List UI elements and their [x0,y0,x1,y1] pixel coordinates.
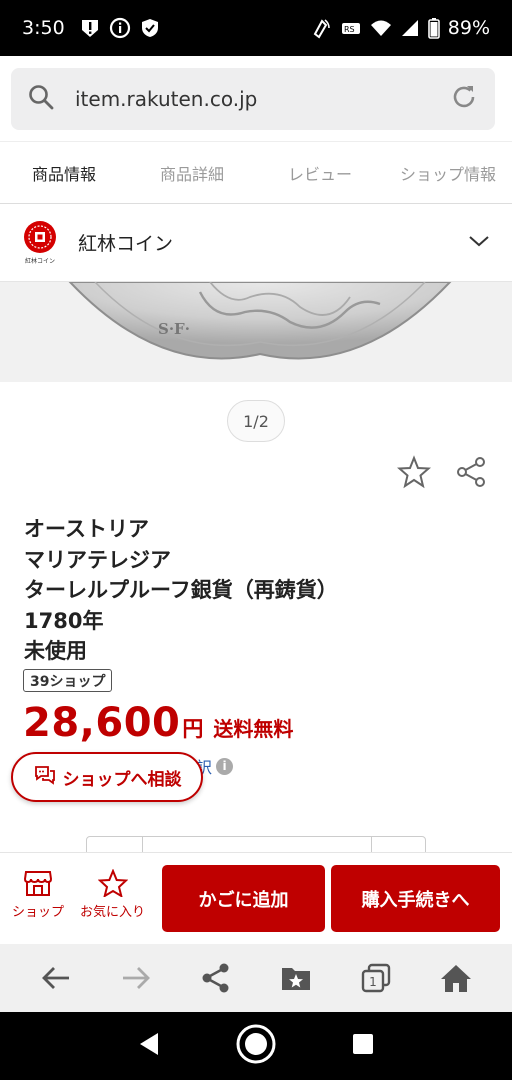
nfc-icon [310,17,332,39]
tab-product-details[interactable]: 商品詳細 [128,142,256,203]
svg-text:RS: RS [344,25,355,34]
battery-percent: 89% [447,17,490,39]
price-currency: 円 [182,717,204,741]
price-row: 28,600 円 送料無料 [23,700,293,746]
shipping-label: 送料無料 [213,717,294,741]
product-title-line: ターレルプルーフ銀貨（再鋳貨） [24,578,338,602]
product-image[interactable]: S·F· [0,282,512,382]
status-time: 3:50 [22,17,65,39]
product-title-line: マリアテレジア [24,547,171,572]
url-text[interactable]: item.rakuten.co.jp [75,87,449,111]
reload-icon[interactable] [449,82,479,116]
share-icon[interactable] [455,456,487,492]
info-notification-icon [109,17,131,39]
checkout-button[interactable]: 購入手続きへ [331,865,500,932]
tab-product-info[interactable]: 商品情報 [0,142,128,203]
search-icon [27,83,55,115]
home-icon[interactable] [432,954,480,1002]
purchase-action-bar: ショップ お気に入り かごに追加 購入手続きへ [0,852,512,944]
product-title-line: オーストリア [24,517,149,541]
nav-home-icon[interactable] [235,1023,277,1069]
image-pager: 1/2 [227,400,285,442]
product-title-line: 未使用 [24,639,87,663]
favorite-button-label: お気に入り [80,905,146,920]
shop-header[interactable]: 紅林コイン 紅林コイン [0,204,512,282]
shop-logo-text: 紅林コイン [25,257,55,265]
shop-logo: 紅林コイン [22,220,58,266]
price-value: 28,600 [23,700,181,746]
browser-toolbar: 1 [0,944,512,1012]
url-bar[interactable]: item.rakuten.co.jp [11,68,495,130]
product-tabs: 商品情報 商品詳細 レビュー ショップ情報 [0,142,512,204]
39-shop-badge: 39ショップ [23,669,113,692]
shield-notification-icon [139,17,161,39]
info-icon[interactable]: i [216,757,234,775]
shop-name: 紅林コイン [78,233,174,255]
shop-button[interactable]: ショップ [12,869,64,920]
consult-shop-button[interactable]: ショップへ相談 [11,752,203,802]
back-arrow-icon[interactable] [32,954,80,1002]
coin-inscription: S·F· [158,320,190,338]
product-title-line: 1780年 [24,608,104,633]
android-nav-bar [0,1012,512,1080]
wifi-icon [370,17,392,39]
forward-arrow-icon[interactable] [112,954,160,1002]
nav-recents-icon[interactable] [351,1032,375,1060]
browser-url-area: item.rakuten.co.jp [0,56,512,142]
tab-count: 1 [369,975,377,989]
rs-icon: RS [340,17,362,39]
chat-bubble-icon [33,764,57,791]
nav-back-icon[interactable] [137,1031,161,1061]
alert-notification-icon [79,17,101,39]
battery-icon [427,17,440,39]
add-to-cart-button[interactable]: かごに追加 [162,865,325,932]
star-outline-icon[interactable] [396,455,432,493]
shop-button-label: ショップ [12,905,65,920]
status-bar: 3:50 RS 89% [0,0,512,56]
chevron-down-icon[interactable] [468,233,490,252]
bookmark-folder-icon[interactable] [272,954,320,1002]
product-title: オーストリア マリアテレジア ターレルプルーフ銀貨（再鋳貨） 1780年 未使用 [24,514,338,667]
signal-icon [400,18,420,38]
share-icon[interactable] [192,954,240,1002]
tab-reviews[interactable]: レビュー [256,142,384,203]
consult-label: ショップへ相談 [62,769,182,790]
tab-shop-info[interactable]: ショップ情報 [384,142,512,203]
tabs-icon[interactable]: 1 [352,954,400,1002]
favorite-button[interactable]: お気に入り [80,869,145,920]
